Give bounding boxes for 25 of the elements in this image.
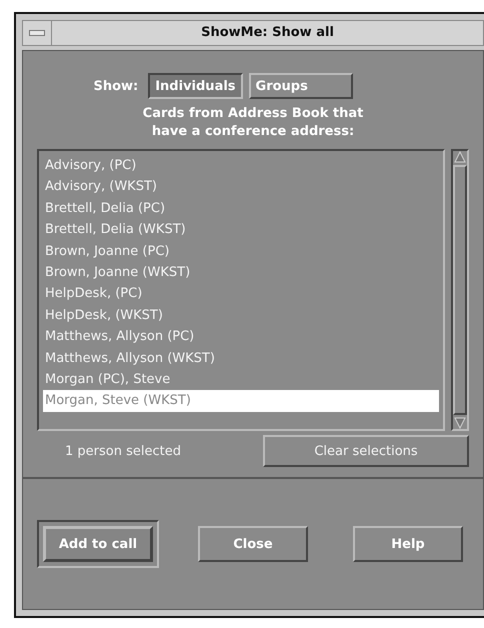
show-toggle[interactable]: Individuals bbox=[148, 73, 243, 99]
list-item[interactable]: HelpDesk, (WKST) bbox=[43, 304, 439, 326]
scroll-down-icon[interactable] bbox=[454, 417, 466, 429]
scroll-up-icon[interactable] bbox=[454, 151, 466, 163]
dialog-button[interactable]: Close bbox=[198, 526, 308, 562]
clear-selections-button[interactable]: Clear selections bbox=[263, 435, 469, 467]
show-label: Show: bbox=[93, 78, 138, 94]
list-item[interactable]: Advisory, (PC) bbox=[43, 155, 439, 176]
list-item[interactable]: Morgan, Steve (WKST) bbox=[43, 390, 439, 412]
list-item[interactable]: Brown, Joanne (PC) bbox=[43, 240, 439, 262]
dialog-button[interactable]: Add to call bbox=[43, 526, 153, 562]
list-item[interactable]: Brettell, Delia (PC) bbox=[43, 198, 439, 220]
window-title: ShowMe: Show all bbox=[200, 24, 335, 42]
list-item[interactable]: Morgan (PC), Steve bbox=[43, 368, 439, 390]
list-item[interactable]: Brettell, Delia (WKST) bbox=[43, 219, 439, 241]
show-toggle[interactable]: Groups bbox=[248, 73, 353, 99]
list-item[interactable]: Matthews, Allyson (PC) bbox=[43, 326, 439, 348]
list-item[interactable]: Advisory, (WKST) bbox=[43, 176, 439, 198]
selection-count: 1 person selected bbox=[65, 444, 181, 458]
list-item[interactable]: HelpDesk, (PC) bbox=[43, 283, 439, 305]
list-item[interactable]: Brown, Joanne (WKST) bbox=[43, 262, 439, 284]
list-item[interactable]: Matthews, Allyson (WKST) bbox=[43, 348, 439, 369]
scrollbar[interactable] bbox=[451, 149, 469, 431]
description-text: Cards from Address Book that have a conference address: bbox=[142, 105, 364, 141]
dialog-button[interactable]: Help bbox=[353, 526, 463, 562]
